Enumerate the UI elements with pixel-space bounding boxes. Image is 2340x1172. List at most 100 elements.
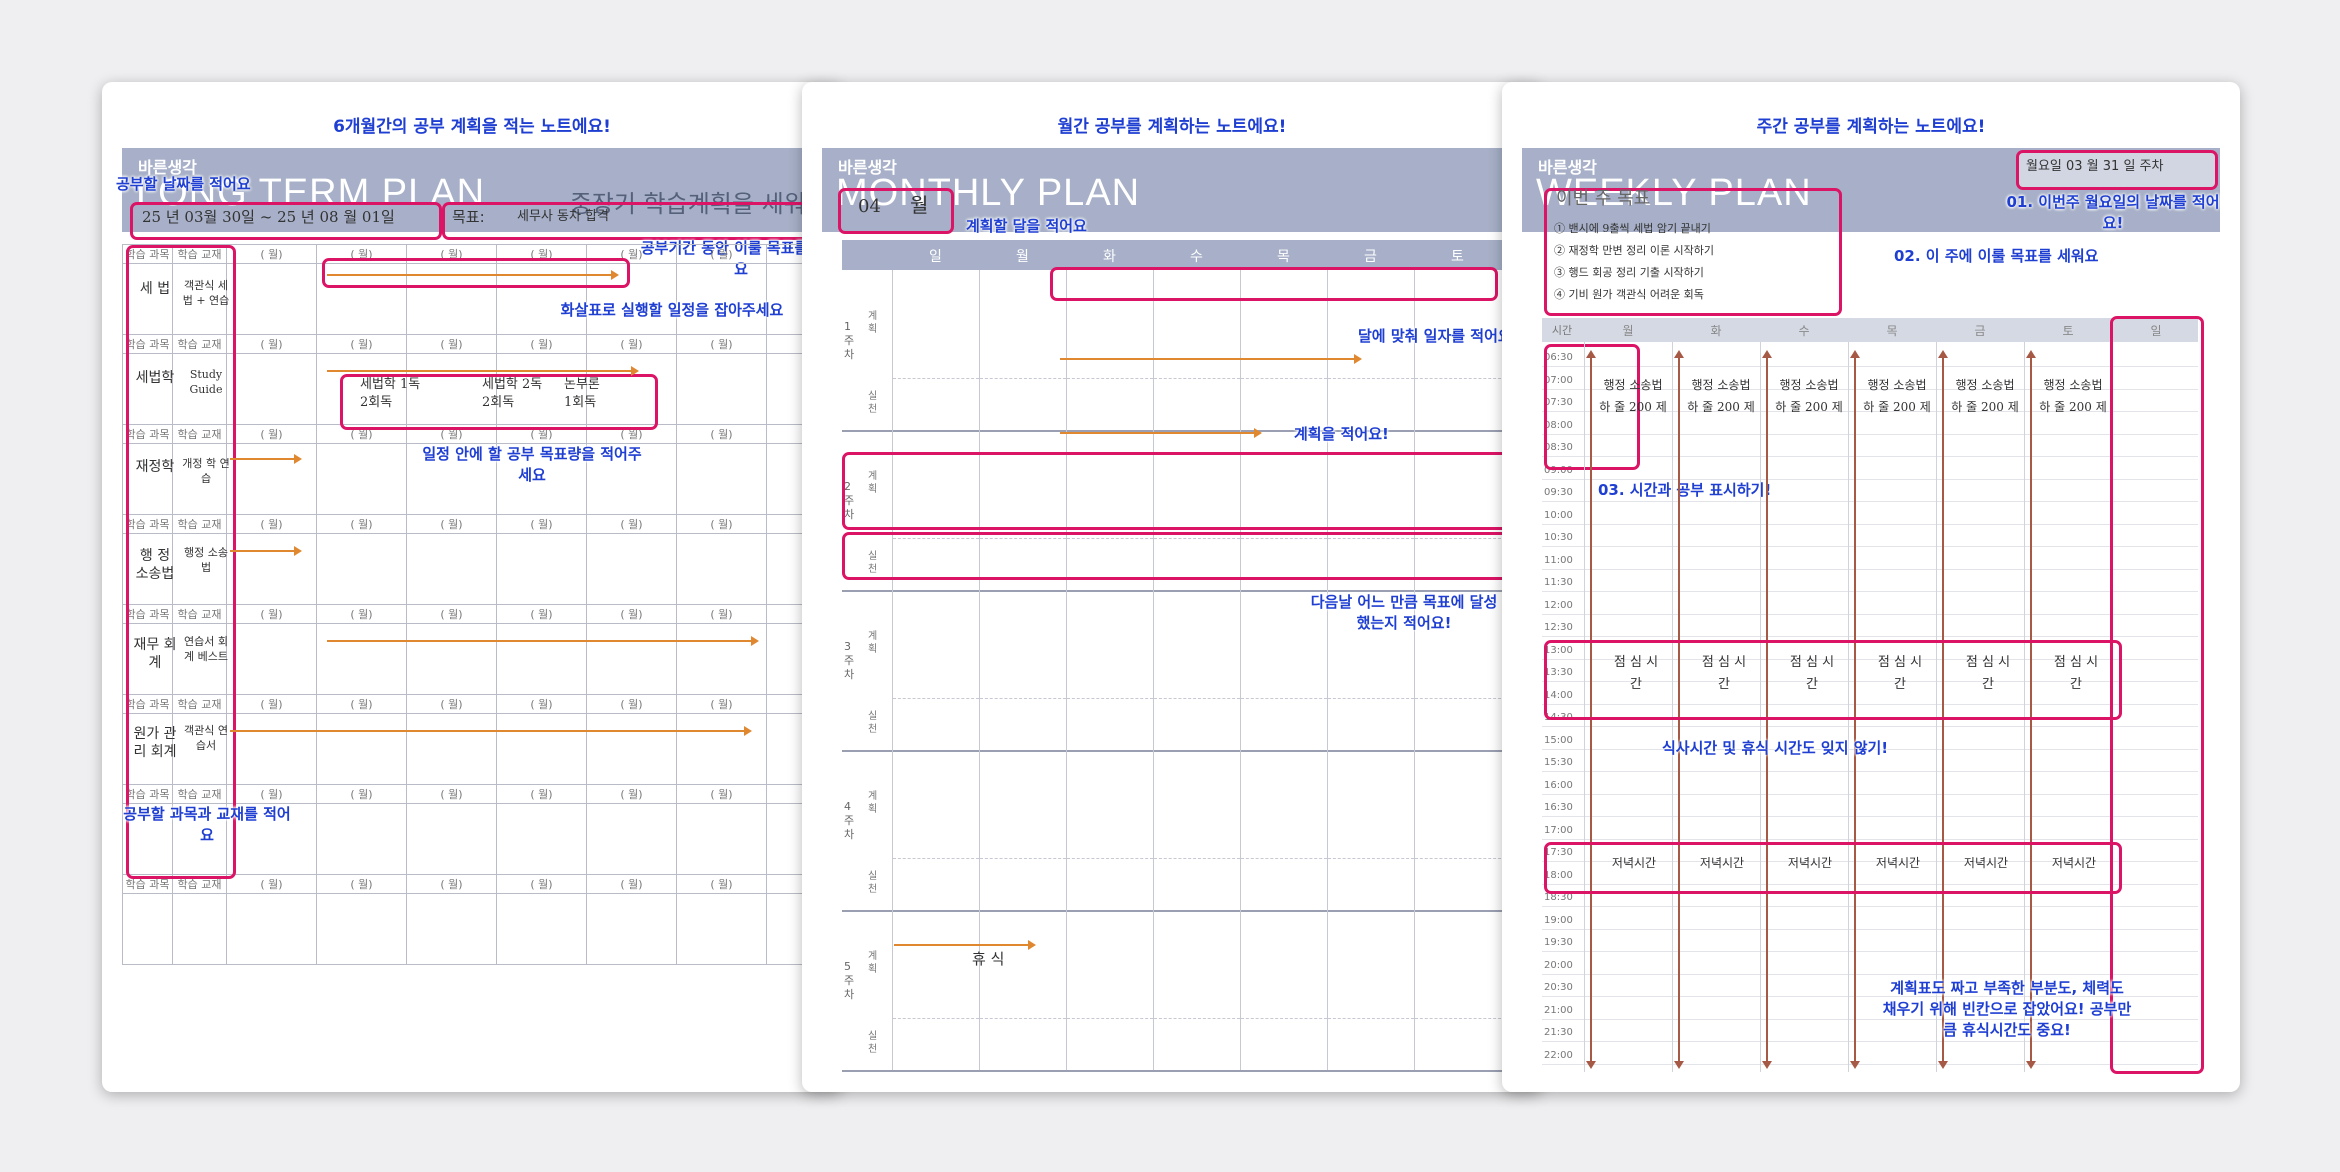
schedule-cell[interactable] xyxy=(676,803,767,875)
month-cell[interactable]: ( 월) xyxy=(586,784,677,804)
month-cell[interactable]: ( 월) xyxy=(406,334,497,354)
schedule-cell[interactable] xyxy=(316,443,407,515)
day-cell[interactable] xyxy=(1066,910,1153,1070)
schedule-cell[interactable] xyxy=(316,623,407,695)
goal-item[interactable]: ② 재정학 만변 정리 이론 시작하기 xyxy=(1554,242,1714,260)
schedule-cell[interactable] xyxy=(586,533,677,605)
month-cell[interactable]: ( 월) xyxy=(586,514,677,534)
month-cell[interactable]: ( 월) xyxy=(316,874,407,894)
day-cell[interactable] xyxy=(892,750,979,910)
month-cell[interactable]: ( 월) xyxy=(316,514,407,534)
day-cell[interactable] xyxy=(1240,750,1327,910)
schedule-cell[interactable] xyxy=(676,713,767,785)
month-cell[interactable]: ( 월) xyxy=(676,604,767,624)
schedule-cell[interactable] xyxy=(676,443,767,515)
schedule-cell[interactable] xyxy=(676,263,767,335)
schedule-cell[interactable] xyxy=(586,623,677,695)
schedule-cell[interactable] xyxy=(316,533,407,605)
schedule-cell[interactable] xyxy=(496,713,587,785)
day-cell[interactable] xyxy=(979,750,1066,910)
goal-item[interactable]: ③ 행드 회공 정리 기출 시작하기 xyxy=(1554,264,1704,282)
goal-item[interactable]: ① 밴시에 9출씩 세법 암기 끝내기 xyxy=(1554,220,1711,238)
subject-cell[interactable] xyxy=(122,893,173,965)
month-cell[interactable]: ( 월) xyxy=(586,874,677,894)
schedule-cell[interactable] xyxy=(406,533,497,605)
schedule-cell[interactable] xyxy=(496,893,587,965)
month-cell[interactable]: ( 월) xyxy=(496,334,587,354)
day-cell[interactable] xyxy=(892,270,979,430)
schedule-cell[interactable] xyxy=(226,443,317,515)
month-cell[interactable]: ( 월) xyxy=(406,604,497,624)
month-cell[interactable]: ( 월) xyxy=(226,874,317,894)
month-cell[interactable]: ( 월) xyxy=(676,874,767,894)
day-cell[interactable] xyxy=(1240,910,1327,1070)
month-cell[interactable]: ( 월) xyxy=(586,694,677,714)
month-cell[interactable]: ( 월) xyxy=(676,514,767,534)
schedule-cell[interactable] xyxy=(226,713,317,785)
month-cell[interactable]: ( 월) xyxy=(226,784,317,804)
day-cell[interactable] xyxy=(892,590,979,750)
month-cell[interactable]: ( 월) xyxy=(676,784,767,804)
month-cell[interactable]: ( 월) xyxy=(586,334,677,354)
schedule-cell[interactable] xyxy=(316,713,407,785)
schedule-cell[interactable] xyxy=(586,713,677,785)
month-cell[interactable]: ( 월) xyxy=(496,784,587,804)
schedule-cell[interactable] xyxy=(226,893,317,965)
month-cell[interactable]: ( 월) xyxy=(676,424,767,444)
schedule-cell[interactable] xyxy=(406,713,497,785)
schedule-cell[interactable] xyxy=(316,803,407,875)
day-cell[interactable] xyxy=(1066,750,1153,910)
month-cell[interactable]: ( 월) xyxy=(226,604,317,624)
month-cell[interactable]: ( 월) xyxy=(226,514,317,534)
month-cell[interactable]: ( 월) xyxy=(496,604,587,624)
month-cell[interactable]: ( 월) xyxy=(676,244,767,264)
month-cell[interactable]: ( 월) xyxy=(316,784,407,804)
schedule-cell[interactable] xyxy=(496,803,587,875)
day-cell[interactable] xyxy=(1327,750,1414,910)
month-cell[interactable]: ( 월) xyxy=(226,694,317,714)
month-cell[interactable]: ( 월) xyxy=(676,694,767,714)
day-cell[interactable] xyxy=(1153,910,1240,1070)
schedule-cell[interactable] xyxy=(496,623,587,695)
schedule-cell[interactable] xyxy=(676,893,767,965)
day-cell[interactable] xyxy=(1327,910,1414,1070)
month-cell[interactable]: ( 월) xyxy=(226,244,317,264)
month-cell[interactable]: ( 월) xyxy=(496,874,587,894)
day-cell[interactable] xyxy=(1153,590,1240,750)
day-cell[interactable] xyxy=(979,910,1066,1070)
schedule-cell[interactable] xyxy=(586,893,677,965)
schedule-cell[interactable] xyxy=(586,803,677,875)
schedule-cell[interactable] xyxy=(226,263,317,335)
schedule-cell[interactable] xyxy=(676,353,767,425)
month-cell[interactable]: ( 월) xyxy=(496,514,587,534)
goal-item[interactable]: ④ 기비 원가 객관식 어려운 회독 xyxy=(1554,286,1704,304)
month-cell[interactable]: ( 월) xyxy=(406,694,497,714)
schedule-cell[interactable] xyxy=(406,893,497,965)
day-cell[interactable] xyxy=(1066,590,1153,750)
day-cell[interactable] xyxy=(1414,750,1501,910)
schedule-cell[interactable] xyxy=(676,533,767,605)
month-cell[interactable]: ( 월) xyxy=(586,604,677,624)
schedule-cell[interactable] xyxy=(406,623,497,695)
month-cell[interactable]: ( 월) xyxy=(316,604,407,624)
book-cell[interactable] xyxy=(172,893,227,965)
month-cell[interactable]: ( 월) xyxy=(226,424,317,444)
month-cell[interactable]: ( 월) xyxy=(316,334,407,354)
schedule-cell[interactable] xyxy=(496,533,587,605)
day-cell[interactable] xyxy=(1153,750,1240,910)
month-cell[interactable]: ( 월) xyxy=(676,334,767,354)
day-cell[interactable] xyxy=(1414,910,1501,1070)
day-cell[interactable] xyxy=(979,590,1066,750)
schedule-cell[interactable] xyxy=(226,623,317,695)
month-cell[interactable]: ( 월) xyxy=(406,784,497,804)
schedule-cell[interactable] xyxy=(316,893,407,965)
month-cell[interactable]: ( 월) xyxy=(406,514,497,534)
schedule-cell[interactable] xyxy=(406,803,497,875)
day-cell[interactable] xyxy=(892,910,979,1070)
month-cell[interactable]: ( 월) xyxy=(316,694,407,714)
schedule-cell[interactable] xyxy=(226,353,317,425)
month-cell[interactable]: ( 월) xyxy=(406,874,497,894)
schedule-cell[interactable] xyxy=(676,623,767,695)
month-cell[interactable]: ( 월) xyxy=(226,334,317,354)
schedule-cell[interactable] xyxy=(226,533,317,605)
